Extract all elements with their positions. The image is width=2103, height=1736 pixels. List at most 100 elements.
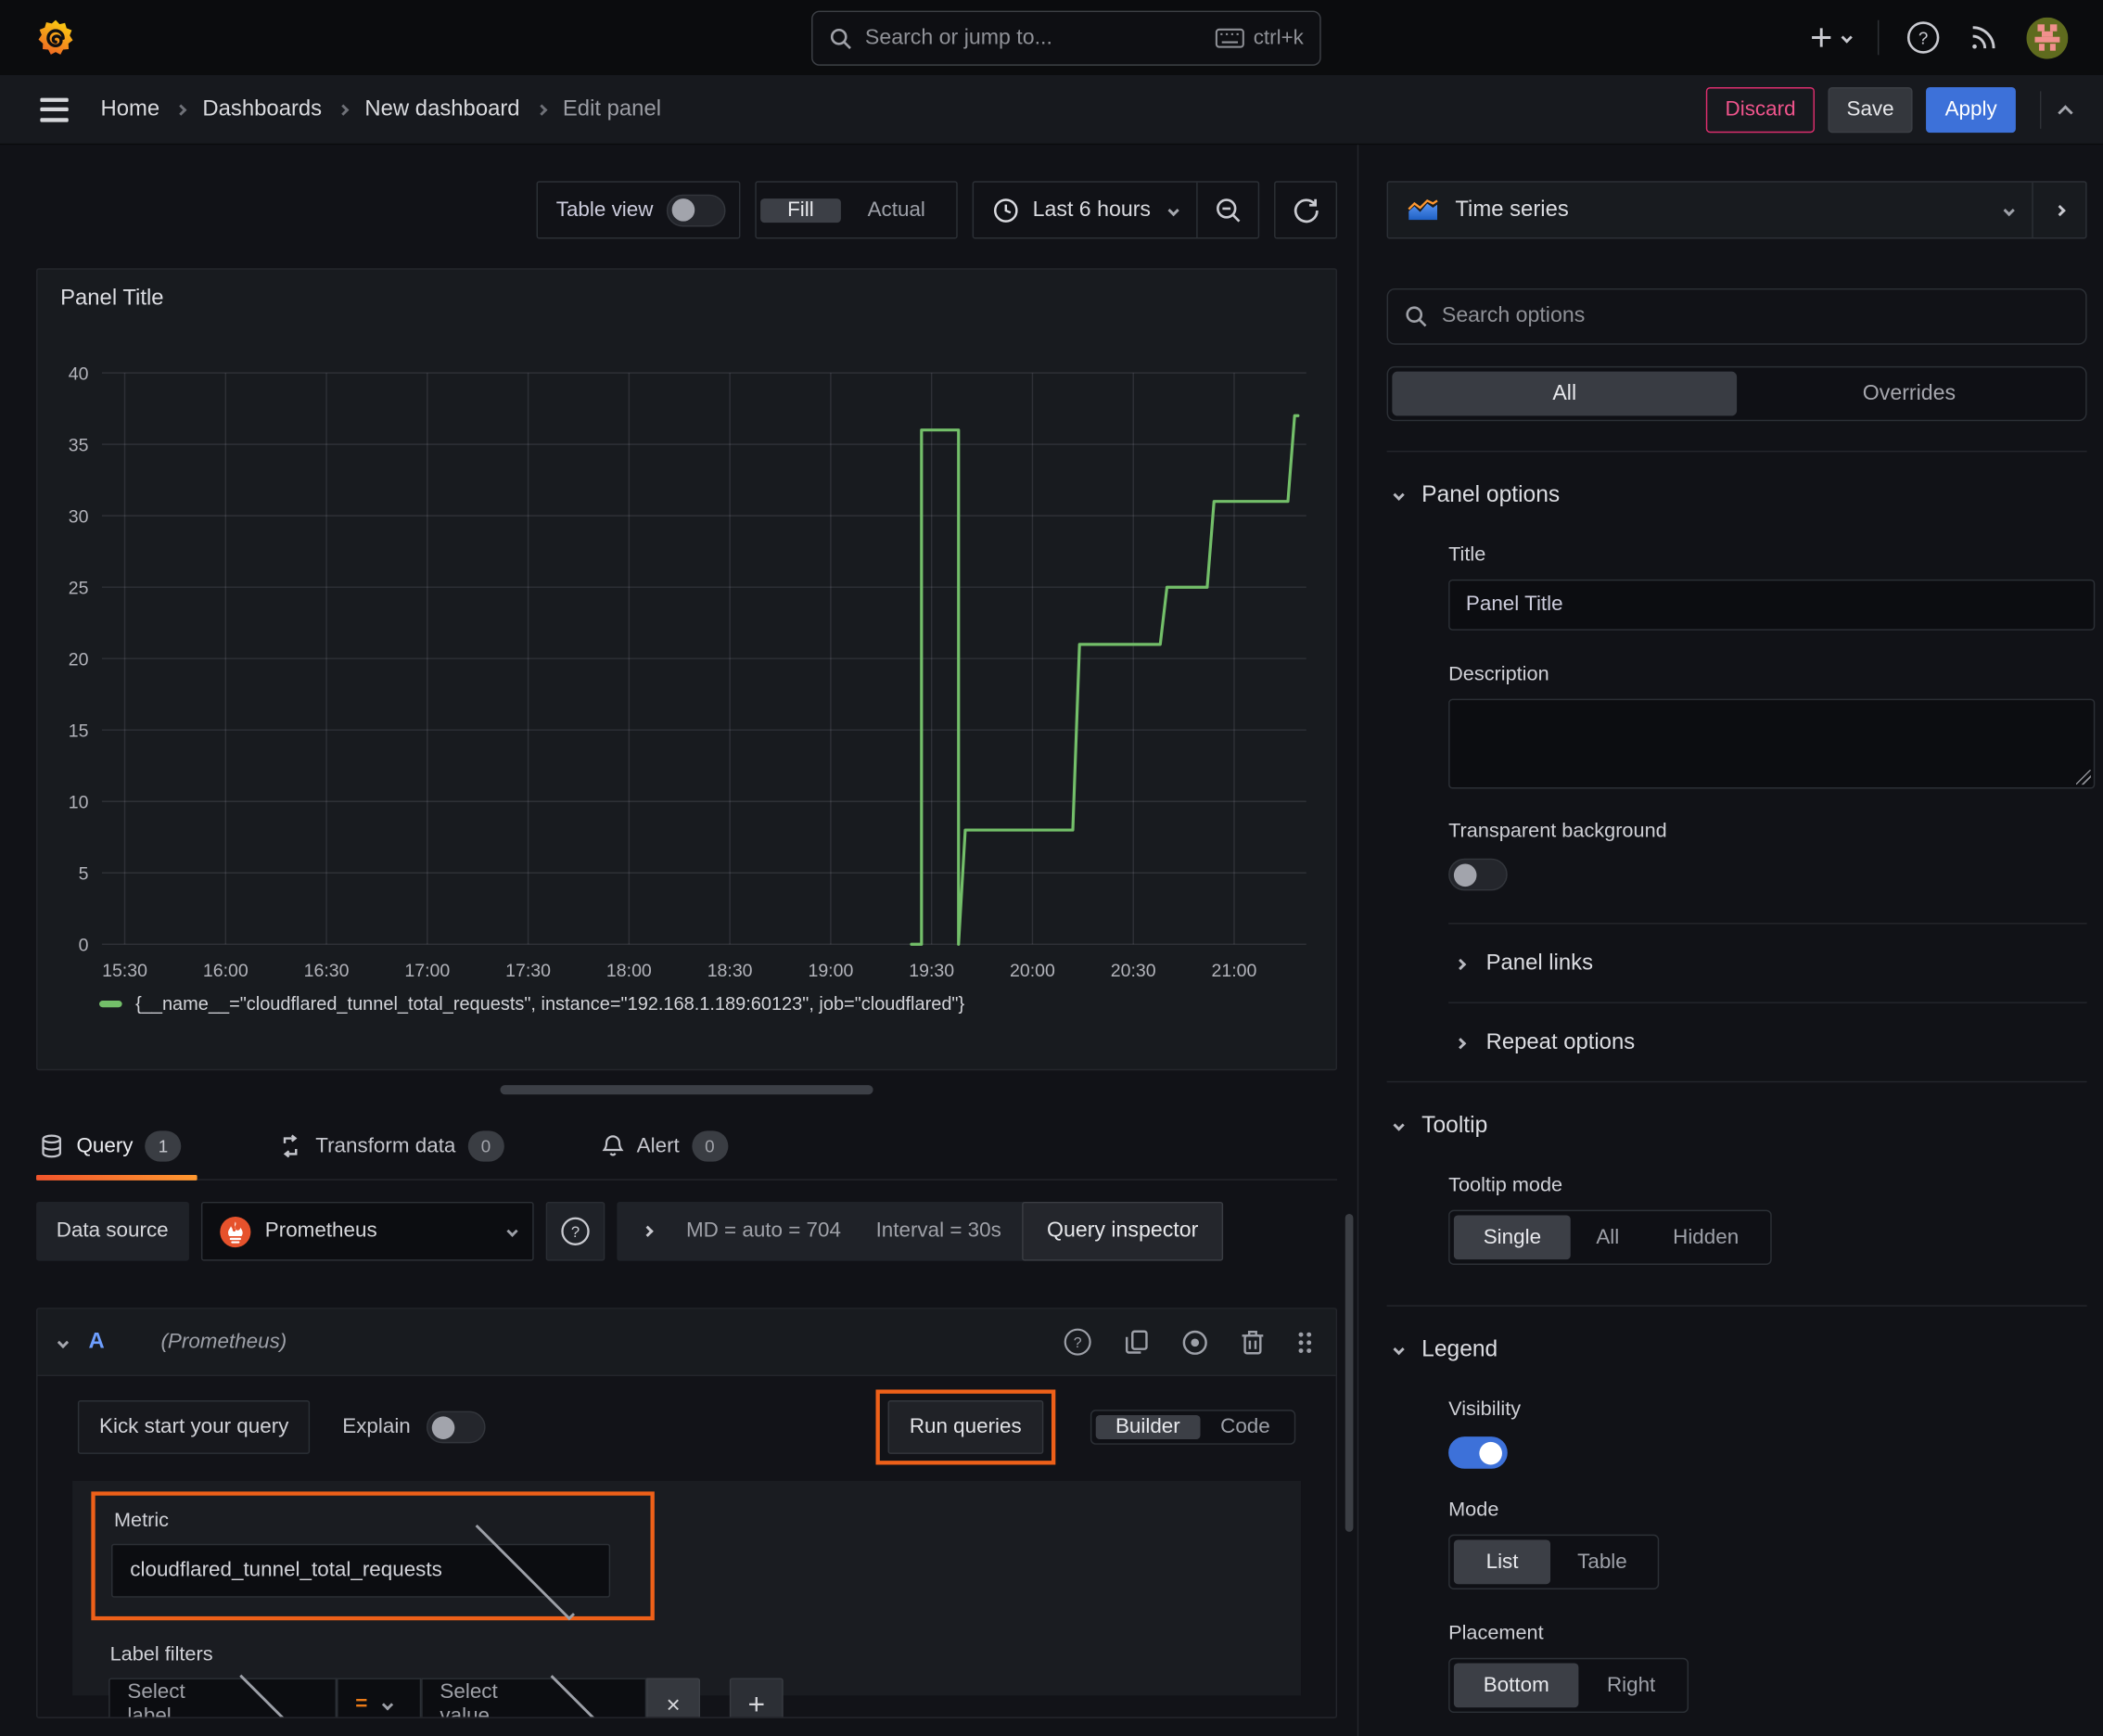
chevron-down-icon (1393, 1119, 1405, 1131)
drag-handle-icon[interactable] (1295, 1329, 1314, 1356)
datasource-label: Data source (36, 1201, 189, 1261)
breadcrumb-edit-panel: Edit panel (562, 96, 662, 121)
chevron-down-icon[interactable] (57, 1335, 70, 1348)
svg-text:19:30: 19:30 (909, 961, 954, 981)
table-view-toggle[interactable] (666, 194, 726, 226)
operator-dropdown[interactable]: = (337, 1678, 422, 1717)
discard-button[interactable]: Discard (1706, 86, 1815, 133)
transform-count-badge: 0 (467, 1130, 504, 1162)
divider (1386, 1305, 2087, 1307)
label-filters-label: Label filters (109, 1642, 213, 1666)
breadcrumb: Home Dashboards New dashboard Edit panel (100, 96, 661, 121)
grafana-logo[interactable] (35, 17, 77, 58)
run-queries-button[interactable]: Run queries (887, 1400, 1043, 1454)
query-help-icon[interactable]: ? (1063, 1326, 1093, 1357)
visualization-select[interactable]: Time series (1388, 183, 2032, 237)
apply-button[interactable]: Apply (1926, 86, 2016, 133)
legend-mode-label: Mode (1448, 1498, 1499, 1522)
tooltip-hidden-option[interactable]: Hidden (1645, 1215, 1767, 1259)
tooltip-header[interactable]: Tooltip (1393, 1112, 2086, 1139)
help-icon[interactable]: ? (1905, 20, 1941, 56)
repeat-options-header[interactable]: Repeat options (1454, 1030, 2087, 1055)
panel-title[interactable]: Panel Title (60, 286, 163, 311)
select-value-dropdown[interactable]: Select value (421, 1671, 647, 1717)
vertical-scrollbar[interactable] (1345, 1213, 1354, 1532)
tab-overrides[interactable]: Overrides (1737, 372, 2082, 416)
news-icon[interactable] (1968, 21, 2000, 54)
code-option[interactable]: Code (1200, 1415, 1290, 1439)
time-range-control: Last 6 hours (972, 181, 1260, 239)
tooltip-all-option[interactable]: All (1571, 1215, 1645, 1259)
chevron-down-icon (475, 1520, 575, 1621)
actual-option[interactable]: Actual (841, 198, 952, 222)
tab-alert[interactable]: Alert 0 (598, 1114, 758, 1180)
panel-options-title: Panel options (1421, 481, 1561, 507)
remove-filter-button[interactable]: × (646, 1678, 701, 1717)
panel-options-header[interactable]: Panel options (1393, 481, 2086, 508)
explain-toggle[interactable] (427, 1410, 486, 1444)
tooltip-single-option[interactable]: Single (1453, 1215, 1571, 1260)
breadcrumb-new-dashboard[interactable]: New dashboard (364, 96, 519, 121)
add-new-button[interactable] (1809, 25, 1853, 49)
collapse-icon[interactable] (2058, 104, 2073, 120)
legend-series-marker[interactable] (99, 1001, 122, 1008)
add-filter-button[interactable]: + (729, 1678, 784, 1717)
svg-text:18:30: 18:30 (707, 961, 753, 981)
query-row-header[interactable]: A (Prometheus) ? (37, 1308, 1336, 1377)
menu-icon[interactable] (40, 96, 69, 121)
fill-option[interactable]: Fill (760, 198, 841, 223)
tab-transform-label: Transform data (315, 1133, 456, 1157)
avatar[interactable] (2026, 17, 2069, 58)
search-input[interactable] (864, 26, 1203, 51)
bell-icon (601, 1133, 625, 1158)
legend-header[interactable]: Legend (1393, 1336, 2086, 1363)
select-label-dropdown[interactable]: Select label (108, 1670, 338, 1718)
tab-all[interactable]: All (1392, 371, 1738, 416)
panel-title-input[interactable] (1448, 579, 2096, 631)
legend-list-option[interactable]: List (1453, 1539, 1551, 1585)
clock-icon (992, 197, 1019, 223)
query-options[interactable]: MD = auto = 704 Interval = 30s (616, 1201, 1028, 1261)
placement-bottom-option[interactable]: Bottom (1453, 1663, 1579, 1708)
options-search[interactable] (1386, 287, 2087, 345)
placement-right-option[interactable]: Right (1579, 1664, 1684, 1708)
title-label: Title (1448, 542, 1486, 567)
datasource-help-button[interactable]: ? (545, 1201, 605, 1261)
legend-mode-switch: List Table (1448, 1534, 1660, 1589)
description-textarea[interactable] (1448, 698, 2096, 789)
legend-table-option[interactable]: Table (1550, 1539, 1653, 1584)
explain-label: Explain (342, 1414, 411, 1438)
global-search[interactable]: ctrl+k (811, 10, 1321, 66)
panel-links-header[interactable]: Panel links (1454, 951, 2087, 976)
zoom-out-button[interactable] (1196, 182, 1258, 238)
visibility-toggle[interactable] (1448, 1436, 1508, 1469)
top-nav: ctrl+k ? (0, 0, 2103, 75)
disable-query-icon[interactable] (1180, 1327, 1210, 1357)
query-inspector-button[interactable]: Query inspector (1021, 1201, 1224, 1261)
options-search-input[interactable] (1441, 304, 2070, 329)
tab-query[interactable]: Query 1 (36, 1114, 210, 1181)
transparent-background-toggle[interactable] (1448, 858, 1508, 891)
datasource-picker[interactable]: Prometheus (200, 1201, 534, 1261)
duplicate-query-icon[interactable] (1123, 1328, 1151, 1356)
tab-transform[interactable]: Transform data 0 (275, 1114, 533, 1180)
breadcrumb-dashboards[interactable]: Dashboards (202, 96, 322, 121)
svg-text:21:00: 21:00 (1212, 961, 1257, 981)
time-series-chart[interactable]: 0 5 10 15 20 25 30 35 40 15:30 16:00 16:30 17:00 17:3… (37, 270, 1335, 1069)
placement-label: Placement (1448, 1621, 1544, 1645)
select-label-placeholder: Select label (127, 1680, 185, 1718)
kick-start-button[interactable]: Kick start your query (77, 1400, 311, 1454)
delete-query-icon[interactable] (1239, 1328, 1266, 1356)
time-range-picker[interactable]: Last 6 hours (974, 197, 1196, 223)
builder-option[interactable]: Builder (1095, 1414, 1201, 1439)
save-button[interactable]: Save (1828, 86, 1913, 133)
chevron-down-icon (505, 1225, 518, 1237)
refresh-button[interactable] (1274, 181, 1338, 239)
legend-series-label[interactable]: {__name__="cloudflared_tunnel_total_requ… (135, 994, 964, 1015)
breadcrumb-home[interactable]: Home (100, 96, 159, 121)
svg-text:20: 20 (69, 649, 89, 670)
viz-suggestions-button[interactable] (2032, 182, 2085, 238)
resize-handle[interactable] (500, 1085, 873, 1095)
query-actions-row: Kick start your query Explain Run querie… (37, 1376, 1335, 1465)
metric-select[interactable]: cloudflared_tunnel_total_requests (111, 1520, 611, 1621)
